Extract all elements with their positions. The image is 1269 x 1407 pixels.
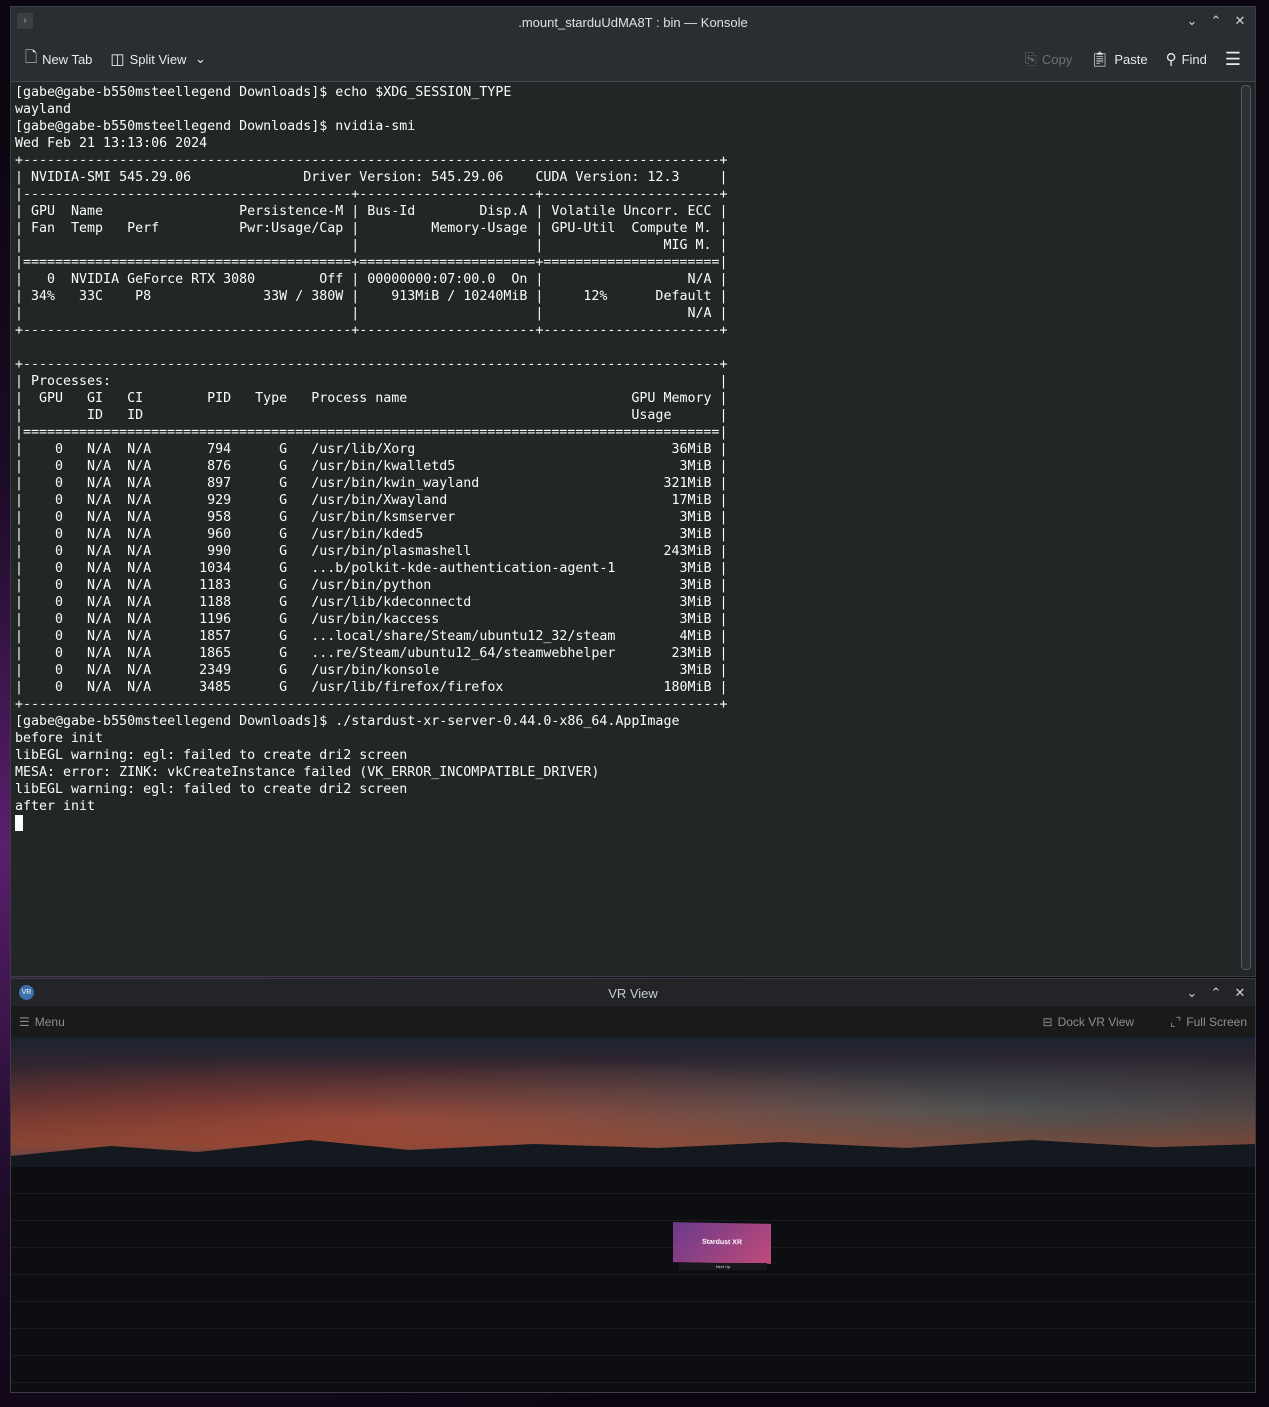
process-row: | 0 N/A N/A 929 G /usr/bin/Xwayland 17Mi… [15, 493, 728, 508]
paste-icon: 📋︎ [1090, 51, 1110, 68]
new-tab-icon: 🗋 [25, 48, 38, 66]
find-label: Find [1181, 51, 1207, 67]
terminal-line: |---------------------------------------… [15, 187, 728, 202]
process-row: | 0 N/A N/A 990 G /usr/bin/plasmashell 2… [15, 544, 728, 559]
find-button[interactable]: ⚲ Find [1166, 50, 1207, 68]
terminal-line: [gabe@gabe-b550msteellegend Downloads]$ … [15, 714, 680, 729]
terminal-line: wayland [15, 102, 72, 117]
konsole-window: › .mount_starduUdMA8T : bin — Konsole ⌄ … [10, 6, 1256, 977]
chevron-down-icon: ⌄ [191, 51, 206, 66]
terminal-line: | NVIDIA-SMI 545.29.06 Driver Version: 5… [15, 170, 728, 185]
split-view-icon: ◫ [110, 51, 125, 68]
process-row: | 0 N/A N/A 794 G /usr/lib/Xorg 36MiB | [15, 442, 728, 457]
new-tab-button[interactable]: 🗋 New Tab [25, 47, 92, 72]
process-row: | 0 N/A N/A 876 G /usr/bin/kwalletd5 3Mi… [15, 459, 728, 474]
terminal-line: libEGL warning: egl: failed to create dr… [15, 748, 408, 763]
terminal-line: |=======================================… [15, 255, 728, 270]
menu-label: Menu [34, 1014, 65, 1029]
terminal-line: | 34% 33C P8 33W / 380W | 913MiB / 10240… [15, 289, 728, 304]
close-icon[interactable]: ✕ [1233, 13, 1247, 29]
process-row: | 0 N/A N/A 1034 G ...b/polkit-kde-authe… [15, 561, 728, 576]
konsole-titlebar: › .mount_starduUdMA8T : bin — Konsole ⌄ … [11, 7, 1255, 37]
process-row: | 0 N/A N/A 1865 G ...re/Steam/ubuntu12_… [15, 646, 728, 661]
terminal-line: | GPU GI CI PID Type Process name GPU Me… [15, 391, 728, 406]
process-row: | 0 N/A N/A 897 G /usr/bin/kwin_wayland … [15, 476, 728, 491]
stardust-panel-subtitle: Next Up [679, 1263, 767, 1270]
menu-button[interactable]: ☰ Menu [19, 1015, 65, 1029]
maximize-icon[interactable]: ⌃ [1209, 13, 1223, 29]
terminal-line: | ID ID Usage | [15, 408, 728, 423]
terminal-line: MESA: error: ZINK: vkCreateInstance fail… [15, 765, 600, 780]
terminal-line: | | | MIG M. | [15, 238, 728, 253]
terminal-line: [gabe@gabe-b550msteellegend Downloads]$ … [15, 85, 512, 100]
copy-label: Copy [1041, 51, 1073, 67]
process-row: | 0 N/A N/A 1183 G /usr/bin/python 3MiB … [15, 578, 728, 593]
terminal-line: libEGL warning: egl: failed to create dr… [15, 782, 408, 797]
dock-icon: ⊟ [1042, 1014, 1053, 1029]
copy-button[interactable]: ⎘ Copy [1025, 51, 1072, 68]
terminal-line: Wed Feb 21 13:13:06 2024 [15, 136, 208, 151]
konsole-toolbar: 🗋 New Tab ◫ Split View ⌄ ⎘ Copy 📋︎ Paste ⚲ Fi… [11, 37, 1255, 82]
terminal-line: before init [15, 731, 104, 746]
terminal-output[interactable]: [gabe@gabe-b550msteellegend Downloads]$ … [11, 82, 1239, 976]
full-screen-button[interactable]: ⌞⌝ Full Screen [1170, 1015, 1247, 1029]
new-tab-label: New Tab [42, 51, 93, 67]
terminal-text: [gabe@gabe-b550msteellegend Downloads]$ … [11, 82, 1239, 832]
terminal-line: +---------------------------------------… [15, 153, 728, 168]
stardust-panel[interactable]: Stardust XR [673, 1222, 771, 1264]
process-row: | 0 N/A N/A 3485 G /usr/lib/firefox/fire… [15, 680, 728, 695]
split-view-label: Split View [129, 51, 187, 67]
fullscreen-icon: ⌞⌝ [1170, 1014, 1182, 1029]
dock-vr-view-button[interactable]: ⊟ Dock VR View [1043, 1015, 1135, 1029]
search-icon: ⚲ [1165, 51, 1177, 68]
vr-scene[interactable]: Stardust XR Next Up [11, 1037, 1255, 1392]
vr-view-window: VR VR View ⌄ ⌃ ✕ ☰ Menu ⊟ Dock VR View ⌞⌝ F… [10, 978, 1256, 1393]
aurora-sky [11, 1037, 1255, 1157]
process-row: | 0 N/A N/A 960 G /usr/bin/kded5 3MiB | [15, 527, 728, 542]
process-row: | 0 N/A N/A 1196 G /usr/bin/kaccess 3MiB… [15, 612, 728, 627]
terminal-line: [gabe@gabe-b550msteellegend Downloads]$ … [15, 119, 416, 134]
vr-toolbar: ☰ Menu ⊟ Dock VR View ⌞⌝ Full Screen [11, 1006, 1255, 1037]
paste-button[interactable]: 📋︎ Paste [1090, 50, 1147, 68]
process-row: | 0 N/A N/A 1188 G /usr/lib/kdeconnectd … [15, 595, 728, 610]
paste-label: Paste [1114, 51, 1148, 67]
terminal-scrollbar[interactable] [1241, 85, 1251, 970]
process-row: | 0 N/A N/A 1857 G ...local/share/Steam/… [15, 629, 728, 644]
window-title: .mount_starduUdMA8T : bin — Konsole [518, 15, 748, 30]
close-icon[interactable]: ✕ [1233, 985, 1247, 1001]
minimize-icon[interactable]: ⌄ [1185, 13, 1199, 29]
terminal-line: | 0 NVIDIA GeForce RTX 3080 Off | 000000… [15, 272, 728, 287]
terminal-line: |=======================================… [15, 425, 728, 440]
terminal-line: +---------------------------------------… [15, 697, 728, 712]
terminal-line: | | | N/A | [15, 306, 728, 321]
terminal-line: | GPU Name Persistence-M | Bus-Id Disp.A… [15, 204, 728, 219]
fullscreen-label: Full Screen [1186, 1014, 1247, 1029]
terminal-cursor [15, 815, 23, 831]
copy-icon: ⎘ [1024, 50, 1037, 68]
hamburger-menu-button[interactable]: ☰ [1225, 49, 1241, 70]
process-row: | 0 N/A N/A 958 G /usr/bin/ksmserver 3Mi… [15, 510, 728, 525]
menu-icon: ☰ [19, 1014, 30, 1029]
dock-label: Dock VR View [1057, 1014, 1135, 1029]
vr-titlebar: VR VR View ⌄ ⌃ ✕ [11, 979, 1255, 1006]
maximize-icon[interactable]: ⌃ [1209, 985, 1223, 1001]
split-view-button[interactable]: ◫ Split View ⌄ [110, 50, 206, 68]
terminal-line: | Fan Temp Perf Pwr:Usage/Cap | Memory-U… [15, 221, 728, 236]
terminal-line: after init [15, 799, 96, 814]
minimize-icon[interactable]: ⌄ [1185, 985, 1199, 1001]
vr-window-title: VR View [608, 986, 658, 1001]
terminal-line: | Processes: | [15, 374, 728, 389]
grid-floor [11, 1167, 1255, 1392]
process-row: | 0 N/A N/A 2349 G /usr/bin/konsole 3MiB… [15, 663, 728, 678]
hamburger-menu-icon: ☰ [1224, 48, 1241, 69]
terminal-line: +---------------------------------------… [15, 357, 728, 372]
terminal-line: +---------------------------------------… [15, 323, 728, 338]
